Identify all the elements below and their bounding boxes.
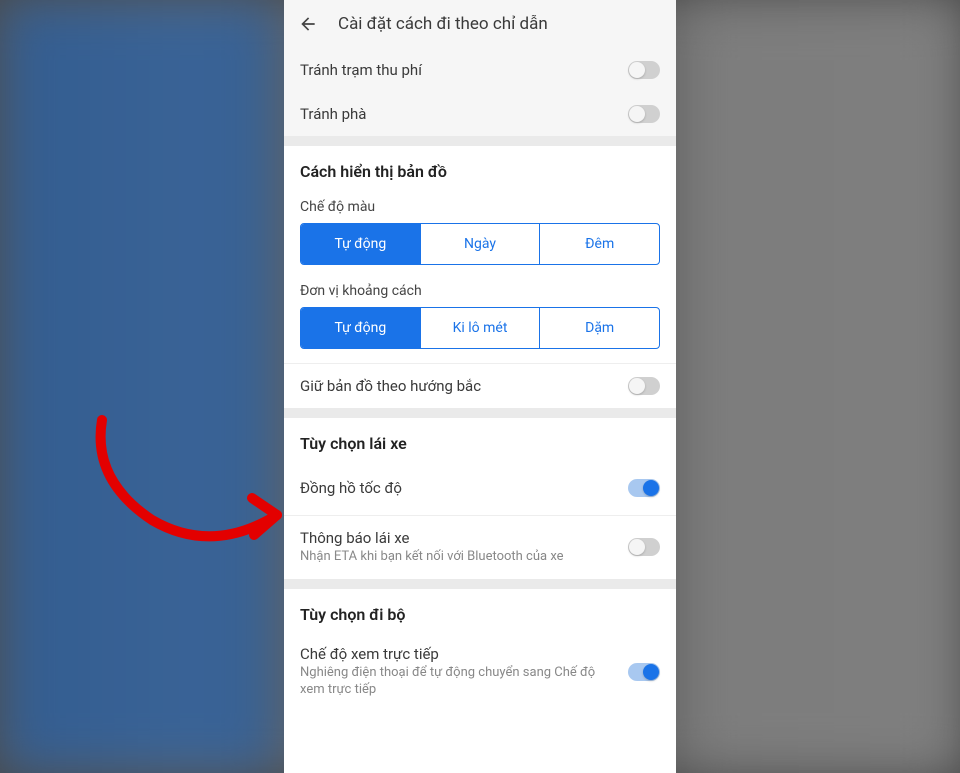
settings-screen: Cài đặt cách đi theo chỉ dẫn Tránh trạm … (284, 0, 676, 773)
section-divider (284, 579, 676, 589)
avoid-ferries-toggle[interactable] (628, 105, 660, 123)
avoid-tolls-label: Tránh trạm thu phí (300, 61, 422, 79)
distance-unit-label: Đơn vị khoảng cách (284, 273, 676, 307)
section-divider (284, 408, 676, 418)
avoid-ferries-row[interactable]: Tránh phà (284, 92, 676, 136)
speedometer-toggle[interactable] (628, 479, 660, 497)
distance-unit-segmented: Tự động Ki lô mét Dặm (284, 307, 676, 363)
live-view-row[interactable]: Chế độ xem trực tiếp Nghiêng điện thoại … (284, 632, 676, 712)
driving-notify-label: Thông báo lái xe (300, 529, 616, 547)
driving-notify-row[interactable]: Thông báo lái xe Nhận ETA khi bạn kết nố… (284, 515, 676, 579)
north-up-label: Giữ bản đồ theo hướng bắc (300, 377, 481, 395)
back-button[interactable] (298, 14, 318, 34)
section-divider (284, 136, 676, 146)
driving-section-title: Tùy chọn lái xe (284, 418, 676, 461)
color-mode-day[interactable]: Ngày (421, 224, 541, 264)
north-up-toggle[interactable] (628, 377, 660, 395)
distance-miles[interactable]: Dặm (540, 308, 659, 348)
walking-section-title: Tùy chọn đi bộ (284, 589, 676, 632)
north-up-row[interactable]: Giữ bản đồ theo hướng bắc (284, 363, 676, 408)
color-mode-label: Chế độ màu (284, 189, 676, 223)
driving-notify-toggle[interactable] (628, 538, 660, 556)
avoid-tolls-toggle[interactable] (628, 61, 660, 79)
live-view-toggle[interactable] (628, 663, 660, 681)
speedometer-label: Đồng hồ tốc độ (300, 479, 402, 497)
driving-notify-sub: Nhận ETA khi bạn kết nối với Bluetooth c… (300, 549, 616, 566)
color-mode-auto[interactable]: Tự động (301, 224, 421, 264)
color-mode-segmented: Tự động Ngày Đêm (284, 223, 676, 273)
arrow-left-icon (298, 14, 318, 34)
color-mode-night[interactable]: Đêm (540, 224, 659, 264)
distance-auto[interactable]: Tự động (301, 308, 421, 348)
distance-km[interactable]: Ki lô mét (421, 308, 541, 348)
avoid-tolls-row[interactable]: Tránh trạm thu phí (284, 48, 676, 92)
speedometer-row[interactable]: Đồng hồ tốc độ (284, 461, 676, 515)
live-view-label: Chế độ xem trực tiếp (300, 645, 616, 663)
page-title: Cài đặt cách đi theo chỉ dẫn (338, 14, 548, 34)
map-display-section-title: Cách hiển thị bản đồ (284, 146, 676, 189)
avoid-ferries-label: Tránh phà (300, 105, 366, 123)
app-header: Cài đặt cách đi theo chỉ dẫn (284, 0, 676, 48)
live-view-sub: Nghiêng điện thoại để tự động chuyển san… (300, 665, 616, 699)
